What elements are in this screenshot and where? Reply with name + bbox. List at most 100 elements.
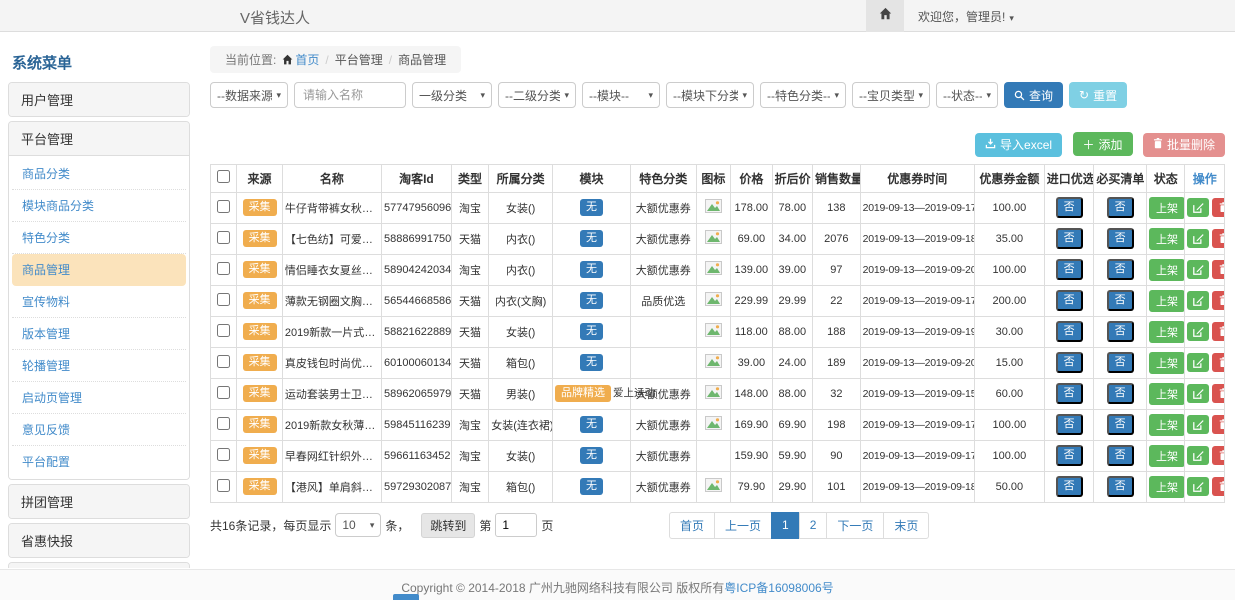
import-select-toggle[interactable]: 否	[1056, 197, 1083, 218]
delete-button[interactable]	[1212, 291, 1224, 310]
delete-button[interactable]	[1212, 198, 1224, 217]
sidebar-group-用户管理[interactable]: 用户管理	[9, 83, 189, 116]
sidebar-item-模块商品分类[interactable]: 模块商品分类	[12, 190, 186, 222]
status-button[interactable]: 上架	[1149, 414, 1185, 436]
import-select-toggle[interactable]: 否	[1056, 290, 1083, 311]
row-checkbox[interactable]	[217, 200, 230, 213]
module-sub-category-select[interactable]: --模块下分类--▾	[666, 82, 754, 108]
sidebar-item-启动页管理[interactable]: 启动页管理	[12, 382, 186, 414]
sidebar-item-版本管理[interactable]: 版本管理	[12, 318, 186, 350]
delete-button[interactable]	[1212, 384, 1224, 403]
batch-delete-button[interactable]: 批量删除	[1143, 133, 1225, 157]
status-button[interactable]: 上架	[1149, 383, 1185, 405]
import-select-toggle[interactable]: 否	[1056, 476, 1083, 497]
add-button[interactable]: ＋添加	[1073, 132, 1133, 156]
row-checkbox[interactable]	[217, 262, 230, 275]
page-button-上一页[interactable]: 上一页	[714, 512, 772, 539]
import-select-toggle[interactable]: 否	[1056, 352, 1083, 373]
edit-button[interactable]	[1187, 229, 1209, 248]
import-select-toggle[interactable]: 否	[1056, 414, 1083, 435]
status-button[interactable]: 上架	[1149, 321, 1185, 343]
import-select-toggle[interactable]: 否	[1056, 445, 1083, 466]
must-buy-toggle[interactable]: 否	[1107, 321, 1134, 342]
sidebar-item-商品分类[interactable]: 商品分类	[12, 158, 186, 190]
must-buy-toggle[interactable]: 否	[1107, 476, 1134, 497]
must-buy-toggle[interactable]: 否	[1107, 228, 1134, 249]
delete-button[interactable]	[1212, 353, 1224, 372]
edit-button[interactable]	[1187, 446, 1209, 465]
delete-button[interactable]	[1212, 229, 1224, 248]
module-select[interactable]: --模块--▾	[582, 82, 660, 108]
per-page-select[interactable]: 10▾	[335, 513, 381, 537]
delete-button[interactable]	[1212, 260, 1224, 279]
page-number-input[interactable]	[495, 513, 537, 537]
level2-category-select[interactable]: --二级分类--▾	[498, 82, 576, 108]
select-all-checkbox[interactable]	[217, 170, 230, 183]
sidebar-item-轮播管理[interactable]: 轮播管理	[12, 350, 186, 382]
edit-button[interactable]	[1187, 291, 1209, 310]
must-buy-toggle[interactable]: 否	[1107, 445, 1134, 466]
delete-button[interactable]	[1212, 446, 1224, 465]
row-checkbox[interactable]	[217, 448, 230, 461]
edit-button[interactable]	[1187, 353, 1209, 372]
page-button-末页[interactable]: 末页	[883, 512, 929, 539]
page-button-下一页[interactable]: 下一页	[826, 512, 884, 539]
status-button[interactable]: 上架	[1149, 476, 1185, 498]
sidebar-group-拼团管理[interactable]: 拼团管理	[9, 485, 189, 518]
status-button[interactable]: 上架	[1149, 259, 1185, 281]
must-buy-toggle[interactable]: 否	[1107, 383, 1134, 404]
row-checkbox[interactable]	[217, 479, 230, 492]
must-buy-toggle[interactable]: 否	[1107, 259, 1134, 280]
home-button[interactable]	[866, 0, 904, 32]
status-button[interactable]: 上架	[1149, 352, 1185, 374]
jump-button[interactable]: 跳转到	[421, 513, 475, 538]
user-menu[interactable]: 欢迎您，管理员!▾	[918, 8, 1014, 25]
must-buy-toggle[interactable]: 否	[1107, 352, 1134, 373]
must-buy-toggle[interactable]: 否	[1107, 290, 1134, 311]
feature-category-select[interactable]: --特色分类--▾	[760, 82, 846, 108]
data-source-select[interactable]: --数据来源--▾	[210, 82, 288, 108]
delete-button[interactable]	[1212, 322, 1224, 341]
sidebar-group-平台管理[interactable]: 平台管理	[9, 122, 189, 155]
sidebar-item-平台配置[interactable]: 平台配置	[12, 446, 186, 477]
import-select-toggle[interactable]: 否	[1056, 321, 1083, 342]
search-button[interactable]: 查询	[1004, 82, 1063, 108]
breadcrumb-home-link[interactable]: 首页	[295, 53, 319, 67]
edit-button[interactable]	[1187, 384, 1209, 403]
row-checkbox[interactable]	[217, 231, 230, 244]
edit-button[interactable]	[1187, 322, 1209, 341]
status-select[interactable]: --状态--▾	[936, 82, 998, 108]
row-checkbox[interactable]	[217, 293, 230, 306]
status-button[interactable]: 上架	[1149, 228, 1185, 250]
status-button[interactable]: 上架	[1149, 445, 1185, 467]
import-excel-button[interactable]: 导入excel	[975, 133, 1062, 157]
import-select-toggle[interactable]: 否	[1056, 259, 1083, 280]
row-checkbox[interactable]	[217, 324, 230, 337]
item-type-select[interactable]: --宝贝类型--▾	[852, 82, 930, 108]
row-checkbox[interactable]	[217, 355, 230, 368]
icp-link[interactable]: 粤ICP备16098006号	[724, 581, 833, 595]
import-select-toggle[interactable]: 否	[1056, 383, 1083, 404]
page-button-1[interactable]: 1	[771, 512, 800, 539]
must-buy-toggle[interactable]: 否	[1107, 197, 1134, 218]
sidebar-item-意见反馈[interactable]: 意见反馈	[12, 414, 186, 446]
sidebar-item-特色分类[interactable]: 特色分类	[12, 222, 186, 254]
name-input[interactable]	[294, 82, 406, 108]
page-button-首页[interactable]: 首页	[669, 512, 715, 539]
status-button[interactable]: 上架	[1149, 290, 1185, 312]
sidebar-item-商品管理[interactable]: 商品管理	[12, 254, 186, 286]
delete-button[interactable]	[1212, 477, 1224, 496]
must-buy-toggle[interactable]: 否	[1107, 414, 1134, 435]
row-checkbox[interactable]	[217, 417, 230, 430]
edit-button[interactable]	[1187, 477, 1209, 496]
reset-button[interactable]: ↻重置	[1069, 82, 1127, 108]
import-select-toggle[interactable]: 否	[1056, 228, 1083, 249]
level1-category-select[interactable]: 一级分类▾	[412, 82, 492, 108]
edit-button[interactable]	[1187, 260, 1209, 279]
sidebar-group-省惠快报[interactable]: 省惠快报	[9, 524, 189, 557]
page-button-2[interactable]: 2	[799, 512, 828, 539]
edit-button[interactable]	[1187, 198, 1209, 217]
delete-button[interactable]	[1212, 415, 1224, 434]
status-button[interactable]: 上架	[1149, 197, 1185, 219]
row-checkbox[interactable]	[217, 386, 230, 399]
